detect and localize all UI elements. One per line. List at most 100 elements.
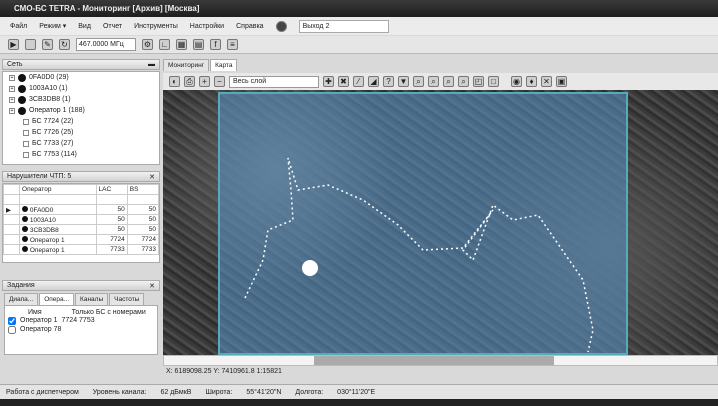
col-lac[interactable]: LAC xyxy=(95,184,128,195)
tree-item[interactable]: БС 7724 (22) xyxy=(3,116,159,127)
table-row[interactable]: Оператор 1 7733 7733 xyxy=(2,244,160,255)
menu-file[interactable]: Файл xyxy=(10,23,27,30)
expand-icon[interactable] xyxy=(23,140,29,147)
col-bs[interactable]: BS xyxy=(126,184,160,195)
tree-item[interactable]: БС 7733 (27) xyxy=(3,138,159,149)
tree-item-label: БС 7753 (114) xyxy=(32,151,77,158)
settings-icon[interactable]: ⚙ xyxy=(142,39,153,50)
tree-item[interactable]: + Оператор 1 (188) xyxy=(3,105,159,116)
network-tree: +0FA0D0 (29) +1003A10 (1) +3CB3DB8 (1) + Опе… xyxy=(2,71,160,165)
grid-icon[interactable]: ▦ xyxy=(176,39,187,50)
cell-operator: Оператор 1 xyxy=(29,246,65,254)
tree-item-label: 3CB3DB8 (1) xyxy=(29,96,71,103)
expand-icon[interactable]: + xyxy=(9,96,15,103)
table-row[interactable]: 1003A10 50 50 xyxy=(2,214,160,225)
mode-status: Работа с диспетчером xyxy=(6,388,79,396)
tree-item-label: БС 7726 (25) xyxy=(32,129,74,136)
tree-item[interactable]: БС 7753 (114) xyxy=(3,149,159,160)
output-select[interactable]: Выход 2 xyxy=(298,19,389,33)
close-icon[interactable]: ✕ xyxy=(541,76,552,87)
map-view[interactable] xyxy=(163,90,718,355)
table-row[interactable]: Оператор 1 7724 7724 xyxy=(2,234,160,245)
select-icon[interactable]: ◰ xyxy=(473,76,484,87)
add-icon[interactable]: ✚ xyxy=(323,76,334,87)
cell-lac: 7733 xyxy=(95,244,128,255)
network-panel-header: Сеть ▬ xyxy=(2,59,160,70)
eye-icon[interactable]: ◉ xyxy=(511,76,522,87)
menu-mode[interactable]: Режим ▾ xyxy=(39,22,66,30)
zoom-extent-icon[interactable]: ◐ xyxy=(169,76,180,87)
cell-lac: 50 xyxy=(95,204,128,215)
horizontal-scrollbar[interactable] xyxy=(163,355,718,366)
tree-item[interactable]: БС 7726 (25) xyxy=(3,127,159,138)
delete-icon[interactable]: ✖ xyxy=(338,76,349,87)
cell-lac: 50 xyxy=(95,224,128,235)
tree-item[interactable]: +1003A10 (1) xyxy=(3,83,159,94)
table-icon[interactable]: ▤ xyxy=(193,39,204,50)
cell-bs: 7724 xyxy=(126,234,160,245)
function-icon[interactable]: f xyxy=(210,39,221,50)
tree-item-label: БС 7733 (27) xyxy=(32,140,74,147)
frame-icon[interactable]: □ xyxy=(488,76,499,87)
tab-frequencies[interactable]: Частоты xyxy=(109,293,145,305)
save-icon[interactable]: ▣ xyxy=(556,76,567,87)
expand-icon[interactable]: + xyxy=(9,107,15,114)
layer-select[interactable]: Весь слой xyxy=(229,75,319,88)
tree-item[interactable]: +3CB3DB8 (1) xyxy=(3,94,159,105)
zoom-in-icon[interactable]: + xyxy=(199,76,210,87)
lon-label: Долгота: xyxy=(295,388,324,396)
close-icon[interactable]: ✕ xyxy=(149,282,155,290)
tab-map[interactable]: Карта xyxy=(210,59,238,71)
frequency-input[interactable]: 467.0000 МГц xyxy=(76,38,136,51)
expand-icon[interactable] xyxy=(23,129,29,136)
violators-panel-header: Нарушители ЧТП: 5 ✕ xyxy=(2,171,160,182)
tree-item[interactable]: +0FA0D0 (29) xyxy=(3,72,159,83)
task-name: Оператор 78 xyxy=(20,326,62,333)
tab-ranges[interactable]: Диапа... xyxy=(4,293,39,305)
chart-icon[interactable]: ∟ xyxy=(159,39,170,50)
operator-icon xyxy=(22,215,29,222)
list-icon[interactable]: ≡ xyxy=(227,39,238,50)
save-icon[interactable] xyxy=(25,39,36,50)
cell-lac: 7724 xyxy=(95,234,128,245)
area-icon[interactable]: ◢ xyxy=(368,76,379,87)
search-icon[interactable]: ⌕ xyxy=(428,76,439,87)
collapse-icon[interactable]: ▬ xyxy=(148,61,155,68)
task-checkbox[interactable] xyxy=(8,325,16,334)
tab-operators[interactable]: Опера... xyxy=(39,293,75,305)
help-icon[interactable]: ? xyxy=(383,76,394,87)
print-icon[interactable]: ⎙ xyxy=(184,76,195,87)
route-track xyxy=(244,157,594,353)
cell-operator: 0FA0D0 xyxy=(29,206,54,214)
tab-monitoring[interactable]: Мониторинг xyxy=(163,59,210,71)
status-bar: Работа с диспетчером Уровень канала: 62 д… xyxy=(0,384,718,399)
operator-icon xyxy=(22,245,29,252)
search-icon[interactable]: ⌕ xyxy=(458,76,469,87)
expand-icon[interactable] xyxy=(23,151,29,158)
play-icon[interactable]: ▶ xyxy=(8,39,19,50)
search-icon[interactable]: ⌕ xyxy=(443,76,454,87)
expand-icon[interactable]: + xyxy=(9,74,15,81)
menu-help[interactable]: Справка xyxy=(236,23,263,30)
menu-view[interactable]: Вид xyxy=(78,23,91,30)
pencil-icon[interactable]: ✎ xyxy=(42,39,53,50)
menu-tools[interactable]: Инструменты xyxy=(134,23,178,30)
table-row[interactable]: ▶ 0FA0D0 50 50 xyxy=(2,204,160,215)
pin-icon[interactable]: ♦ xyxy=(526,76,537,87)
globe-icon[interactable] xyxy=(275,20,287,32)
title-bar: СМО-БС TETRA - Мониторинг [Архив] [Москв… xyxy=(0,0,718,17)
refresh-icon[interactable]: ↻ xyxy=(59,39,70,50)
close-icon[interactable]: ✕ xyxy=(149,173,155,181)
tab-channels[interactable]: Каналы xyxy=(75,293,109,305)
menu-settings[interactable]: Настройки xyxy=(190,23,224,30)
col-operator[interactable]: Оператор xyxy=(19,184,97,195)
table-row[interactable]: 3CB3DB8 50 50 xyxy=(2,224,160,235)
filter-icon[interactable]: ▼ xyxy=(398,76,409,87)
expand-icon[interactable]: + xyxy=(9,85,15,92)
measure-icon[interactable]: ⁄ xyxy=(353,76,364,87)
search-icon[interactable]: ⌕ xyxy=(413,76,424,87)
zoom-out-icon[interactable]: − xyxy=(214,76,225,87)
task-checkbox[interactable] xyxy=(8,316,16,325)
menu-report[interactable]: Отчет xyxy=(103,23,122,30)
expand-icon[interactable] xyxy=(23,118,29,125)
